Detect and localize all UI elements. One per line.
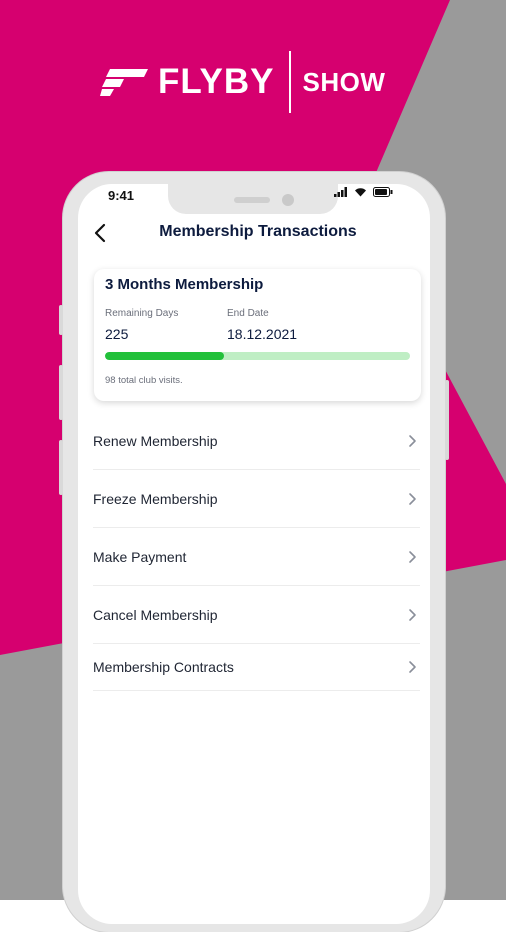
menu-item-label: Cancel Membership	[93, 606, 218, 623]
status-time: 9:41	[108, 188, 135, 203]
chevron-right-icon	[409, 608, 416, 621]
menu-item-renew-membership[interactable]: Renew Membership	[93, 412, 420, 470]
brand-divider	[288, 51, 291, 113]
membership-progress-fill	[105, 352, 224, 360]
phone-side-button	[59, 365, 63, 420]
menu-item-label: Freeze Membership	[93, 490, 218, 507]
membership-card: 3 Months Membership Remaining Days 225 E…	[94, 269, 421, 401]
phone-side-button	[59, 440, 63, 495]
remaining-days-value: 225	[105, 326, 129, 342]
page-title: Membership Transactions	[159, 223, 357, 240]
membership-menu: Renew Membership Freeze Membership Make …	[93, 412, 420, 691]
chevron-right-icon	[409, 492, 416, 505]
membership-title: 3 Months Membership	[105, 276, 264, 293]
remaining-days-label: Remaining Days	[105, 308, 179, 319]
nav-bar: Membership Transactions	[78, 220, 430, 246]
brand-name: FLYBY	[158, 62, 275, 101]
chevron-right-icon	[409, 550, 416, 563]
club-visits-text: 98 total club visits.	[105, 375, 183, 386]
wifi-icon	[355, 188, 366, 197]
phone-notch	[168, 184, 338, 214]
status-icons	[334, 187, 393, 197]
signal-icon	[334, 187, 347, 197]
flyby-logo-icon	[100, 69, 148, 96]
battery-icon	[373, 187, 393, 197]
menu-item-label: Membership Contracts	[93, 659, 234, 675]
menu-item-label: Renew Membership	[93, 432, 218, 449]
end-date-label: End Date	[227, 308, 269, 319]
menu-item-membership-contracts[interactable]: Membership Contracts	[93, 644, 420, 691]
end-date-value: 18.12.2021	[227, 326, 298, 342]
menu-item-make-payment[interactable]: Make Payment	[93, 528, 420, 586]
phone-side-button	[59, 305, 63, 335]
speaker	[234, 197, 270, 203]
chevron-right-icon	[409, 434, 416, 447]
menu-item-label: Make Payment	[93, 548, 187, 565]
menu-item-cancel-membership[interactable]: Cancel Membership	[93, 586, 420, 644]
menu-item-freeze-membership[interactable]: Freeze Membership	[93, 470, 420, 528]
camera	[282, 194, 294, 206]
phone-screen: 9:41 Membership Transactions 3 Months Me…	[78, 184, 430, 924]
membership-progress-bar	[105, 352, 410, 360]
chevron-right-icon	[409, 661, 416, 673]
brand-logo: FLYBY SHOW	[100, 51, 386, 113]
phone-side-button	[445, 380, 449, 460]
brand-tag: SHOW	[302, 66, 386, 97]
